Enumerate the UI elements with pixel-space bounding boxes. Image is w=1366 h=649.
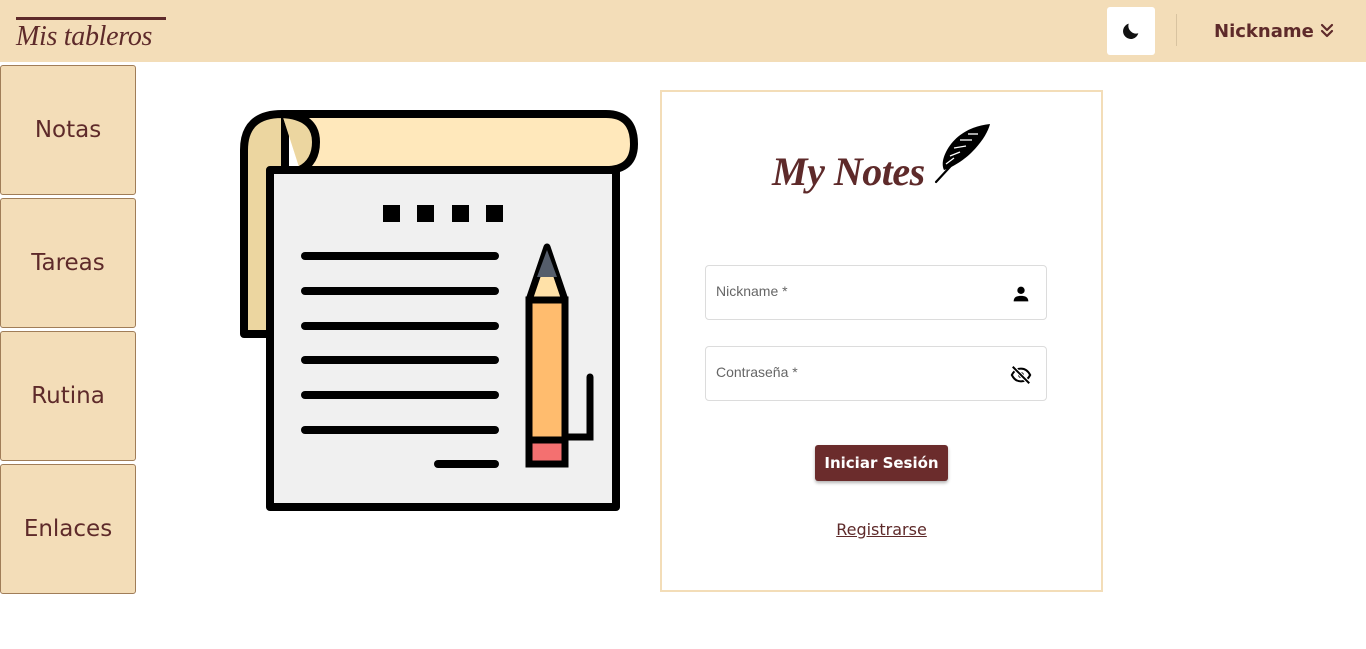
feather-icon — [934, 124, 990, 184]
sidebar-item-tareas[interactable]: Tareas — [0, 198, 136, 328]
double-chevron-down-icon — [1320, 23, 1333, 38]
sidebar-item-enlaces[interactable]: Enlaces — [0, 464, 136, 594]
user-menu[interactable]: Nickname — [1214, 18, 1334, 44]
brand-title[interactable]: Mis tableros — [16, 17, 166, 53]
eye-off-icon[interactable] — [1010, 364, 1032, 386]
sidebar-item-label: Tareas — [31, 250, 105, 276]
person-icon — [1013, 286, 1029, 302]
moon-icon — [1123, 23, 1139, 39]
app-logo-text: My Notes — [772, 149, 925, 194]
sidebar-item-rutina[interactable]: Rutina — [0, 331, 136, 461]
sidebar-item-label: Notas — [34, 117, 102, 143]
register-link-label[interactable]: Registrarse — [836, 520, 927, 539]
user-menu-label: Nickname — [1214, 20, 1314, 42]
login-card: My Notes Nickname * Contraseña * Iniciar… — [660, 90, 1103, 592]
register-link[interactable]: Registrarse — [662, 520, 1101, 539]
sidebar-item-notas[interactable]: Notas — [0, 65, 136, 195]
notepad-pencil-icon — [240, 110, 638, 511]
header-divider — [1176, 14, 1177, 46]
password-label: Contraseña * — [716, 364, 798, 380]
sidebar-item-label: Rutina — [31, 383, 105, 409]
top-bar: Mis tableros Nickname — [0, 0, 1366, 62]
nickname-label: Nickname * — [716, 283, 788, 299]
nickname-field[interactable]: Nickname * — [705, 265, 1047, 320]
sidebar-item-label: Enlaces — [23, 516, 113, 542]
password-field[interactable]: Contraseña * — [705, 346, 1047, 401]
login-button[interactable]: Iniciar Sesión — [815, 445, 948, 481]
theme-toggle-button[interactable] — [1107, 7, 1155, 55]
